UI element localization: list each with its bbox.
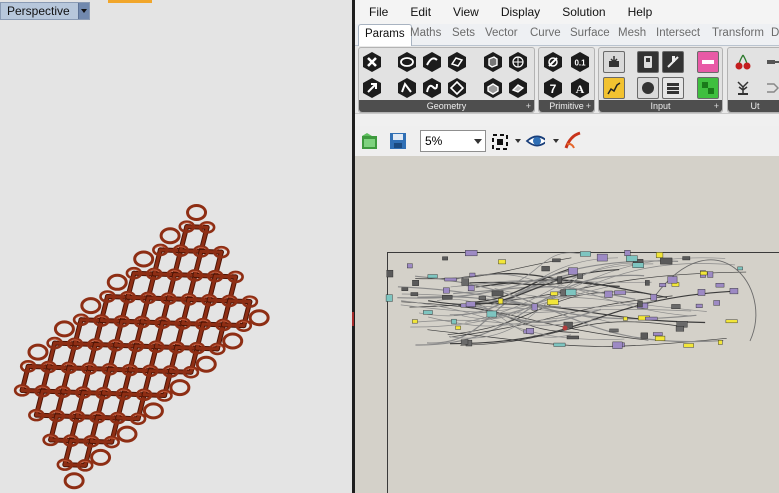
integer-glyph: 7 [550,82,557,96]
boolean-toggle-icon[interactable] [603,51,625,73]
preview-options-dropdown[interactable] [553,139,559,143]
tab-surface[interactable]: Surface [570,27,610,39]
menu-help[interactable]: Help [614,5,661,19]
zoom-level-value: 5% [425,134,443,148]
panel-util: Ut [727,47,779,113]
definition-network [385,250,757,349]
button-object-icon[interactable] [637,51,659,73]
tab-mesh[interactable]: Mesh [618,27,646,39]
expand-icon: + [713,101,719,111]
menu-view[interactable]: View [439,5,487,19]
curve-param-icon[interactable] [396,77,418,99]
menu-edit[interactable]: Edit [396,5,439,19]
colour-wheel-icon[interactable] [697,77,719,99]
component-ribbon: Geometry + 0.1 7 A Primitive + Input + U… [355,46,779,114]
number-slider-icon[interactable] [662,51,684,73]
panel-geometry-footer[interactable]: Geometry + [359,100,534,112]
box-param-icon[interactable] [482,77,504,99]
plane-param-icon[interactable] [446,77,468,99]
vector-param-icon[interactable] [361,77,383,99]
mesh-param-icon[interactable] [507,51,529,73]
grasshopper-window: File Edit View Display Solution Help Par… [355,0,779,493]
gradient-icon[interactable] [697,51,719,73]
data-dam-icon[interactable] [732,77,754,99]
save-file-icon[interactable] [388,130,408,152]
stream-filter-icon[interactable] [762,77,779,99]
color-swatch-icon[interactable] [637,77,659,99]
relay-icon[interactable] [762,51,779,73]
menu-file[interactable]: File [355,5,396,19]
circle-param-icon[interactable] [396,51,418,73]
tab-display-partial[interactable]: D [771,27,779,39]
menu-display[interactable]: Display [487,5,548,19]
tab-vector[interactable]: Vector [485,27,518,39]
zoom-level-select[interactable]: 5% [420,130,486,152]
expand-icon: + [585,101,591,111]
geometry-param-icon[interactable] [361,51,383,73]
surface-param-icon[interactable] [446,51,468,73]
chainmail-mesh [13,203,270,490]
tab-params[interactable]: Params [358,24,412,46]
menu-solution[interactable]: Solution [548,5,613,19]
point-param-icon[interactable] [421,77,443,99]
panel-primitive: 0.1 7 A Primitive + [538,47,595,113]
panel-util-label: Ut [750,101,760,111]
component-tab-bar: Params Maths Sets Vector Curve Surface M… [355,24,779,46]
canvas-toolbar: 5% [355,126,779,156]
rhino-viewport[interactable]: Perspective [0,0,352,493]
integer-param-icon[interactable]: 7 [542,77,564,99]
number-glyph: 0.1 [574,59,586,68]
sketch-tool-icon[interactable] [562,130,582,152]
tab-sets[interactable]: Sets [452,27,475,39]
tab-curve[interactable]: Curve [530,27,561,39]
splitter-marker [352,312,354,326]
panel-geometry: Geometry + [358,47,535,113]
panel-primitive-label: Primitive [549,101,584,111]
arc-param-icon[interactable] [421,51,443,73]
screen: Perspective File Edit View Display Solut… [0,0,779,493]
text-param-icon[interactable]: A [569,77,591,99]
text-glyph: A [576,82,585,96]
chevron-down-icon [474,139,482,144]
brep-param-icon[interactable] [482,51,504,73]
boolean-param-icon[interactable] [542,51,564,73]
tab-transform[interactable]: Transform [712,27,764,39]
panel-primitive-footer[interactable]: Primitive + [539,100,594,112]
cherry-picker-icon[interactable] [732,51,754,73]
tab-maths[interactable]: Maths [410,27,441,39]
value-list-icon[interactable] [662,77,684,99]
preview-eye-icon[interactable] [525,130,545,152]
open-file-icon[interactable] [360,130,380,152]
panel-util-footer[interactable]: Ut [728,100,779,112]
panel-input: Input + [598,47,723,113]
zoom-extents-icon[interactable] [490,130,510,152]
field-param-icon[interactable] [507,77,529,99]
menu-bar: File Edit View Display Solution Help [355,0,779,24]
number-param-icon[interactable]: 0.1 [569,51,591,73]
grasshopper-canvas[interactable] [355,156,779,493]
zoom-options-dropdown[interactable] [515,139,521,143]
expand-icon: + [525,101,531,111]
panel-geometry-label: Geometry [426,101,467,111]
panel-input-footer[interactable]: Input + [599,100,722,112]
graph-mapper-icon[interactable] [603,77,625,99]
panel-input-label: Input [650,101,671,111]
tab-intersect[interactable]: Intersect [656,27,700,39]
